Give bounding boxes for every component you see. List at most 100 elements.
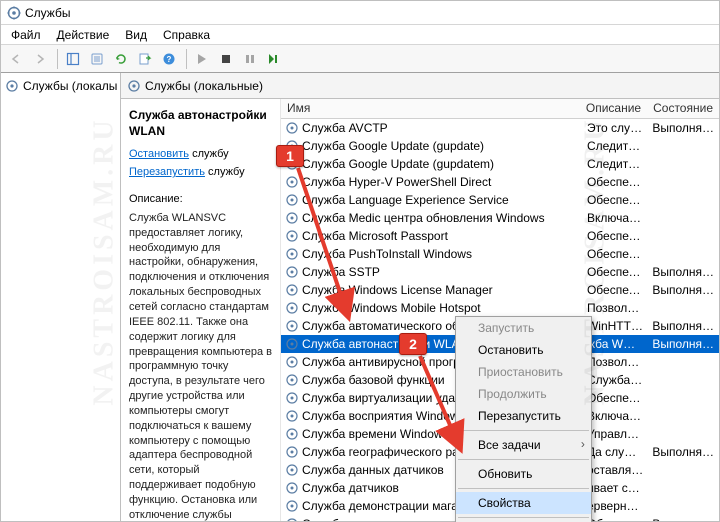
- service-row[interactable]: Служба SSTP Обеспечи…Выполняется: [281, 263, 719, 281]
- context-menu-item[interactable]: Обновить: [456, 463, 591, 485]
- gear-icon: [285, 517, 299, 521]
- context-menu[interactable]: ЗапуститьОстановитьПриостановитьПродолжи…: [455, 316, 592, 522]
- menu-separator: [458, 430, 589, 431]
- service-desc: Обеспечи…: [583, 515, 648, 521]
- service-row[interactable]: Служба Google Update (gupdatem)Следите з…: [281, 155, 719, 173]
- restart-service-button[interactable]: [263, 48, 285, 70]
- export-list-button[interactable]: [134, 48, 156, 70]
- service-state: [648, 245, 719, 263]
- service-state: [648, 137, 719, 155]
- gear-icon: [285, 229, 299, 243]
- column-state[interactable]: Состояние: [647, 99, 719, 118]
- service-row[interactable]: Служба Windows License ManagerОбеспечи…В…: [281, 281, 719, 299]
- menu-view[interactable]: Вид: [117, 25, 155, 44]
- svg-text:?: ?: [167, 55, 172, 64]
- service-desc: ерверная…: [583, 497, 648, 515]
- service-desc: Обеспечи…: [583, 263, 648, 281]
- gear-icon: [285, 319, 299, 333]
- column-description[interactable]: Описание: [580, 99, 647, 118]
- service-state: [648, 155, 719, 173]
- menu-help[interactable]: Справка: [155, 25, 218, 44]
- gear-icon: [285, 445, 299, 459]
- gear-icon: [285, 211, 299, 225]
- service-desc: Обеспечи…: [583, 191, 648, 209]
- annotation-badge-2: 2: [399, 333, 427, 355]
- help-button[interactable]: ?: [158, 48, 180, 70]
- service-row[interactable]: Служба Microsoft PassportОбеспечи…: [281, 227, 719, 245]
- menu-action[interactable]: Действие: [49, 25, 118, 44]
- gear-icon: [285, 481, 299, 495]
- back-button[interactable]: [5, 48, 27, 70]
- gear-icon: [285, 247, 299, 261]
- context-menu-item[interactable]: Все задачи: [456, 434, 591, 456]
- window-title: Службы: [25, 6, 70, 20]
- service-name: Служба Windows License Manager: [302, 281, 493, 299]
- gear-icon: [7, 6, 21, 20]
- service-state: [648, 479, 719, 497]
- service-state: Выполняется: [648, 317, 719, 335]
- console-tree[interactable]: Службы (локалы: [1, 73, 121, 521]
- service-state: Выполняется: [648, 263, 719, 281]
- service-desc: Обеспечи…: [583, 245, 648, 263]
- description-label: Описание:: [129, 192, 274, 207]
- service-name: Служба PushToInstall Windows: [302, 245, 472, 263]
- restart-link[interactable]: Перезапустить: [129, 166, 205, 178]
- service-name: Служба автонастройки WLAN: [302, 335, 468, 353]
- gear-icon: [285, 121, 299, 135]
- service-desc: Следите за…: [583, 137, 648, 155]
- service-name: Служба Google Update (gupdate): [302, 137, 484, 155]
- services-window: Службы Файл Действие Вид Справка ? Служб…: [0, 0, 720, 522]
- tree-root-label[interactable]: Службы (локалы: [23, 79, 117, 93]
- service-name: Служба SSTP: [302, 263, 380, 281]
- gear-icon: [285, 193, 299, 207]
- show-hide-console-tree-button[interactable]: [62, 48, 84, 70]
- toolbar: ?: [1, 45, 719, 73]
- service-row[interactable]: Служба Hyper-V PowerShell DirectОбеспечи…: [281, 173, 719, 191]
- service-state: Выполняется: [648, 443, 719, 461]
- stop-service-button[interactable]: [215, 48, 237, 70]
- gear-icon: [285, 175, 299, 189]
- gear-icon: [285, 283, 299, 297]
- column-name[interactable]: Имя: [281, 99, 580, 118]
- service-state: [648, 353, 719, 371]
- start-service-button[interactable]: [191, 48, 213, 70]
- pause-service-button[interactable]: [239, 48, 261, 70]
- service-row[interactable]: Служба Language Experience ServiceОбеспе…: [281, 191, 719, 209]
- service-row[interactable]: Служба Google Update (gupdate) Следите за…: [281, 137, 719, 155]
- properties-button[interactable]: [86, 48, 108, 70]
- context-menu-item[interactable]: Свойства: [456, 492, 591, 514]
- gear-icon: [285, 265, 299, 279]
- context-menu-item[interactable]: Перезапустить: [456, 405, 591, 427]
- title-bar: Службы: [1, 1, 719, 25]
- service-name: Служба времени Windows: [302, 425, 449, 443]
- service-state: [648, 497, 719, 515]
- service-desc: Позволяет…: [583, 299, 648, 317]
- service-row[interactable]: Служба Windows Mobile Hotspot Позволяет…: [281, 299, 719, 317]
- service-desc: WinHTTP ре…: [583, 317, 648, 335]
- service-desc: Включает …: [583, 209, 648, 227]
- service-row[interactable]: Служба PushToInstall Windows Обеспечи…: [281, 245, 719, 263]
- service-desc: Управляет…: [583, 425, 648, 443]
- service-row[interactable]: Служба Medic центра обновления WindowsВк…: [281, 209, 719, 227]
- service-desc: Обеспечи…: [583, 227, 648, 245]
- service-name: Служба Google Update (gupdatem): [302, 155, 494, 173]
- service-name: Служба Windows Mobile Hotspot: [302, 299, 481, 317]
- service-state: [648, 389, 719, 407]
- menu-file[interactable]: Файл: [3, 25, 49, 44]
- service-desc: Включает …: [583, 407, 648, 425]
- service-state: Выполняется: [648, 335, 719, 353]
- stop-link[interactable]: Остановить: [129, 148, 189, 160]
- forward-button[interactable]: [29, 48, 51, 70]
- gear-icon: [285, 301, 299, 315]
- service-name: Служба базовой функции: [302, 371, 445, 389]
- context-menu-item[interactable]: Остановить: [456, 339, 591, 361]
- list-header: Имя Описание Состояние: [281, 99, 719, 119]
- body: Службы (локалы Службы (локальные) Служба…: [1, 73, 719, 521]
- gear-icon: [285, 463, 299, 477]
- refresh-button[interactable]: [110, 48, 132, 70]
- service-row[interactable]: Служба AVCTPЭто служб…Выполняется: [281, 119, 719, 137]
- service-name: Служба Hyper-V PowerShell Direct: [302, 173, 491, 191]
- list-heading-label: Службы (локальные): [145, 79, 263, 93]
- annotation-badge-1: 1: [276, 145, 304, 167]
- service-state: [648, 425, 719, 443]
